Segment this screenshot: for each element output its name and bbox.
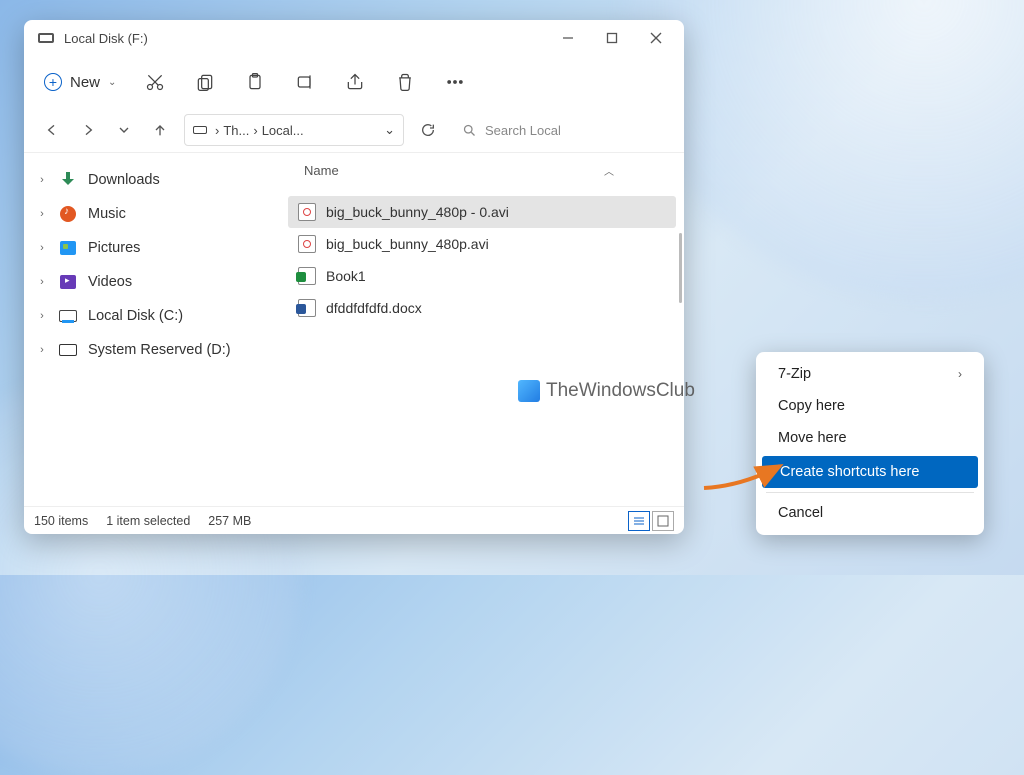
word-file-icon <box>298 299 316 317</box>
search-field[interactable]: Search Local <box>452 114 668 146</box>
sidebar-item-local-disk-c[interactable]: › Local Disk (C:) <box>28 299 270 333</box>
status-bar: 150 items 1 item selected 257 MB <box>24 506 684 534</box>
menu-item-label: Move here <box>778 430 847 446</box>
sidebar-item-label: Local Disk (C:) <box>88 308 183 324</box>
search-placeholder: Search Local <box>485 123 561 138</box>
video-file-icon <box>298 235 316 253</box>
downloads-icon <box>60 172 76 188</box>
file-name: big_buck_bunny_480p.avi <box>326 236 489 252</box>
paste-icon[interactable] <box>244 71 266 93</box>
cut-icon[interactable] <box>144 71 166 93</box>
file-row[interactable]: big_buck_bunny_480p.avi <box>288 228 676 260</box>
pictures-icon <box>60 241 76 255</box>
sidebar-item-system-reserved[interactable]: › System Reserved (D:) <box>28 333 270 367</box>
menu-item-cancel[interactable]: Cancel <box>760 497 980 529</box>
selection-info: 1 item selected <box>106 514 190 528</box>
plus-icon: + <box>44 73 62 91</box>
menu-item-7zip[interactable]: 7-Zip › <box>760 358 980 390</box>
sidebar-item-videos[interactable]: › Videos <box>28 265 270 299</box>
back-button[interactable] <box>40 118 64 142</box>
breadcrumb-item[interactable]: Th... <box>223 123 249 138</box>
expand-icon[interactable]: › <box>36 276 48 288</box>
share-icon[interactable] <box>344 71 366 93</box>
file-explorer-window: Local Disk (F:) + New ⌄ › Th... › Lo <box>24 20 684 534</box>
breadcrumb-sep: › <box>253 123 257 138</box>
maximize-button[interactable] <box>590 22 634 54</box>
file-name: big_buck_bunny_480p - 0.avi <box>326 204 509 220</box>
sidebar-item-label: Music <box>88 206 126 222</box>
video-file-icon <box>298 203 316 221</box>
sidebar-item-music[interactable]: › Music <box>28 197 270 231</box>
address-bar: › Th... › Local... ⌄ Search Local <box>24 108 684 152</box>
sidebar-item-label: System Reserved (D:) <box>88 342 231 358</box>
sidebar-item-label: Videos <box>88 274 132 290</box>
menu-item-label: Cancel <box>778 505 823 521</box>
more-icon[interactable] <box>444 71 466 93</box>
sidebar-item-label: Pictures <box>88 240 140 256</box>
scrollbar-thumb[interactable] <box>679 233 682 303</box>
submenu-arrow-icon: › <box>958 367 962 381</box>
up-button[interactable] <box>148 118 172 142</box>
expand-icon[interactable]: › <box>36 208 48 220</box>
expand-icon[interactable]: › <box>36 344 48 356</box>
expand-icon[interactable]: › <box>36 174 48 186</box>
videos-icon <box>60 275 76 289</box>
new-button[interactable]: + New ⌄ <box>44 73 116 91</box>
column-header-row: Name ︿ <box>274 153 684 188</box>
music-icon <box>60 206 76 222</box>
wallpaper-swirl <box>624 0 1024 300</box>
thumbnails-view-button[interactable] <box>652 511 674 531</box>
menu-item-create-shortcuts-here[interactable]: Create shortcuts here <box>762 456 978 488</box>
window-title: Local Disk (F:) <box>64 31 148 46</box>
disk-icon <box>59 344 77 356</box>
menu-separator <box>766 492 974 493</box>
item-count: 150 items <box>34 514 88 528</box>
menu-item-label: 7-Zip <box>778 366 811 382</box>
disk-icon <box>38 33 54 43</box>
chevron-down-icon[interactable]: ⌄ <box>384 122 395 138</box>
sidebar-item-downloads[interactable]: › Downloads <box>28 163 270 197</box>
file-row[interactable]: dfddfdfdfd.docx <box>288 292 676 324</box>
copy-icon[interactable] <box>194 71 216 93</box>
recent-dropdown[interactable] <box>112 118 136 142</box>
file-row[interactable]: Book1 <box>288 260 676 292</box>
close-button[interactable] <box>634 22 678 54</box>
address-field[interactable]: › Th... › Local... ⌄ <box>184 114 404 146</box>
column-name[interactable]: Name <box>304 163 339 178</box>
titlebar[interactable]: Local Disk (F:) <box>24 20 684 56</box>
toolbar: + New ⌄ <box>24 56 684 108</box>
file-row[interactable]: big_buck_bunny_480p - 0.avi <box>288 196 676 228</box>
breadcrumb-sep: › <box>215 123 219 138</box>
new-label: New <box>70 74 100 91</box>
menu-item-copy-here[interactable]: Copy here <box>760 390 980 422</box>
sidebar-item-label: Downloads <box>88 172 160 188</box>
expand-icon[interactable]: › <box>36 310 48 322</box>
menu-item-move-here[interactable]: Move here <box>760 422 980 454</box>
rename-icon[interactable] <box>294 71 316 93</box>
delete-icon[interactable] <box>394 71 416 93</box>
selection-size: 257 MB <box>208 514 251 528</box>
disk-icon <box>59 310 77 322</box>
sidebar-item-pictures[interactable]: › Pictures <box>28 231 270 265</box>
excel-file-icon <box>298 267 316 285</box>
search-icon <box>462 123 477 138</box>
details-view-button[interactable] <box>628 511 650 531</box>
menu-item-label: Copy here <box>778 398 845 414</box>
file-list-pane: Name ︿ big_buck_bunny_480p - 0.avi big_b… <box>274 153 684 506</box>
drag-drop-context-menu: 7-Zip › Copy here Move here Create shortc… <box>756 352 984 535</box>
disk-icon <box>193 126 207 134</box>
file-name: Book1 <box>326 268 366 284</box>
navigation-pane: › Downloads › Music › Pictures › Videos › Loc… <box>24 153 274 506</box>
breadcrumb-item[interactable]: Local... <box>262 123 304 138</box>
menu-item-label: Create shortcuts here <box>780 464 919 480</box>
forward-button[interactable] <box>76 118 100 142</box>
chevron-down-icon: ⌄ <box>108 77 116 88</box>
file-name: dfddfdfdfd.docx <box>326 300 422 316</box>
refresh-button[interactable] <box>416 118 440 142</box>
expand-icon[interactable]: › <box>36 242 48 254</box>
sort-indicator-icon[interactable]: ︿ <box>604 163 614 178</box>
minimize-button[interactable] <box>546 22 590 54</box>
